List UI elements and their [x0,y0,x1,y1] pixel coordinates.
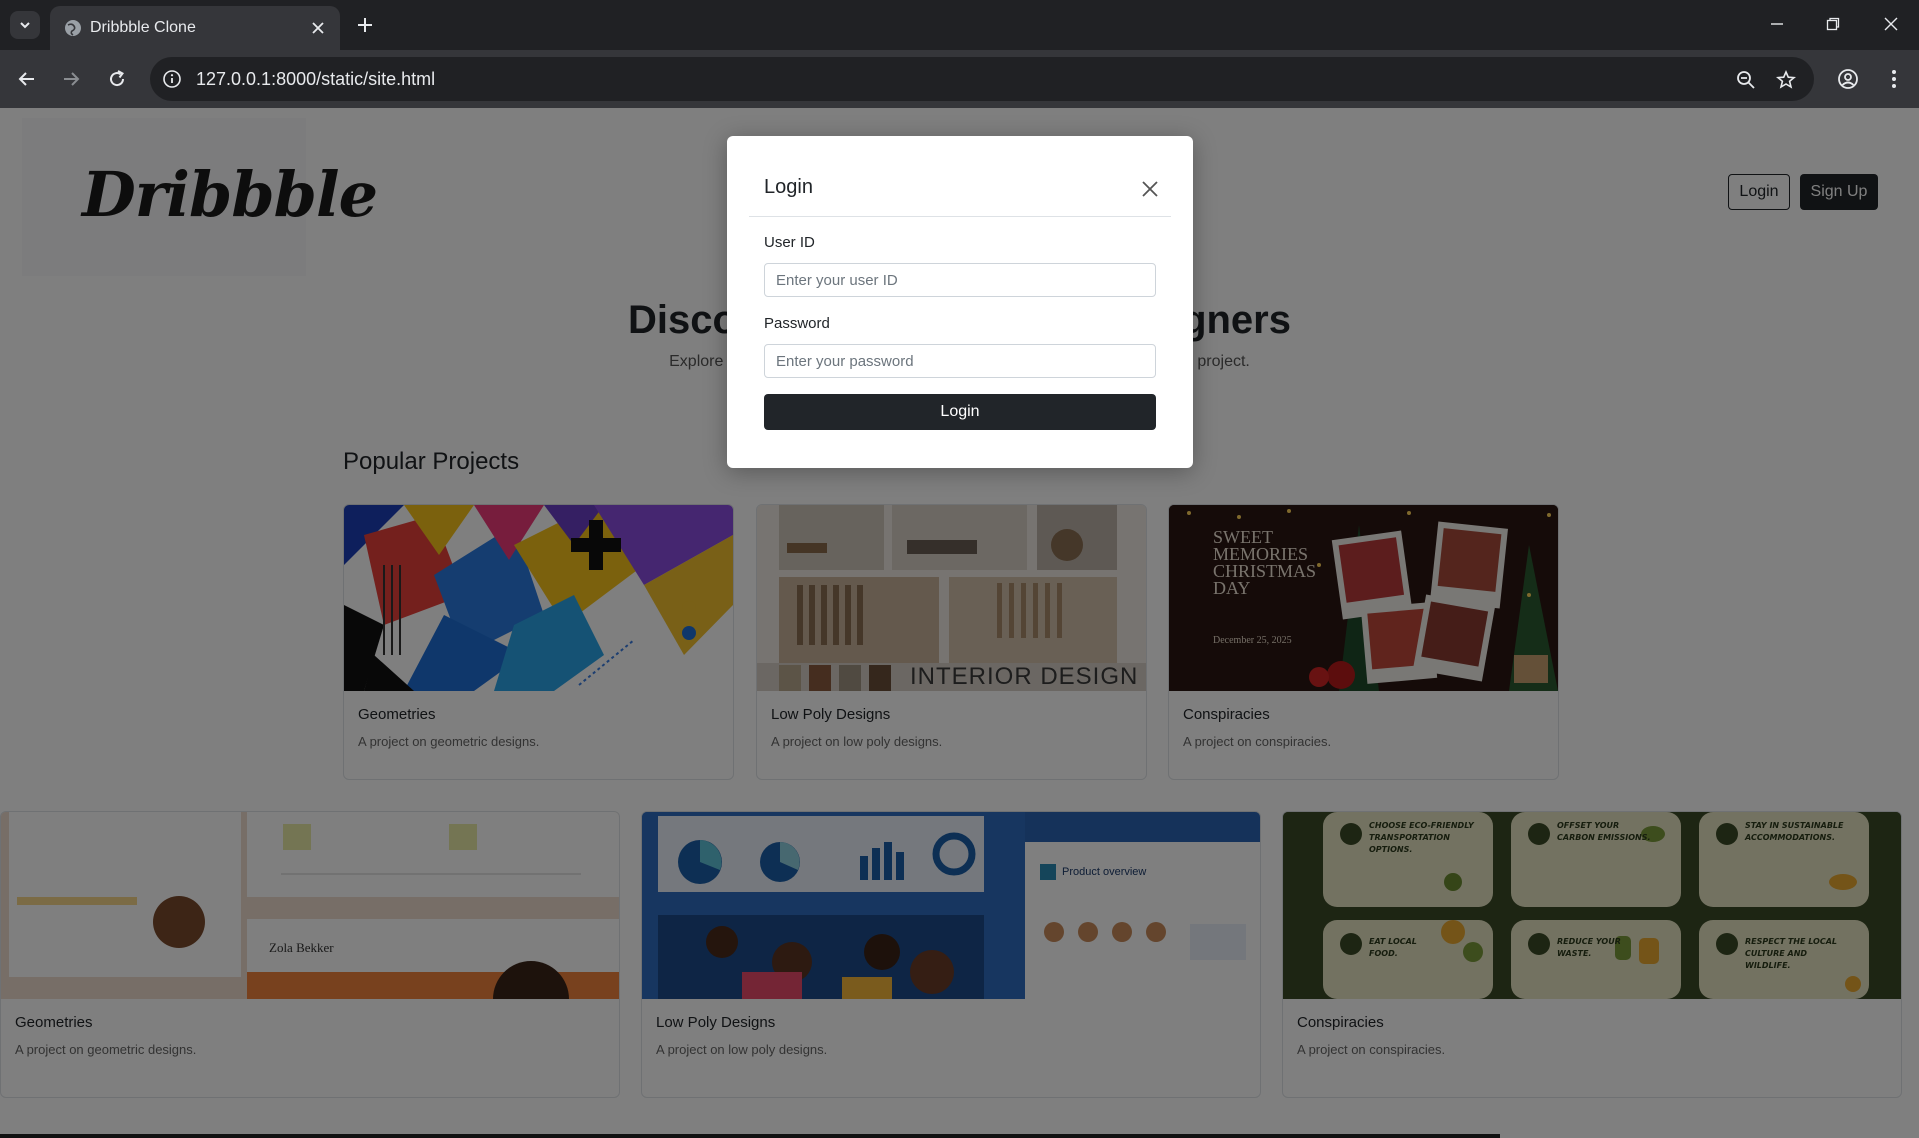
modal-close-button[interactable] [1137,176,1163,202]
bookmark-star-icon[interactable] [1774,68,1798,92]
arrow-right-icon [64,72,80,86]
profile-icon [1838,69,1858,89]
reload-button[interactable] [102,64,132,94]
reload-icon [110,70,125,87]
globe-icon [65,20,81,36]
plus-icon [358,18,372,32]
restore-button[interactable] [1810,8,1856,40]
url-text: 127.0.0.1:8000/static/site.html [196,69,436,89]
chevron-down-icon [20,22,30,29]
minimize-icon [1771,23,1783,25]
kebab-menu-icon [1892,70,1896,88]
browser-tab[interactable]: Dribbble Clone [50,6,340,50]
restore-icon [1826,17,1840,31]
tab-title: Dribbble Clone [90,19,196,36]
info-icon[interactable] [162,69,182,89]
password-label: Password [764,315,830,332]
password-input[interactable] [764,344,1156,378]
arrow-left-icon [18,72,34,86]
minimize-button[interactable] [1754,8,1800,40]
browser-toolbar: 127.0.0.1:8000/static/site.html [0,50,1919,108]
modal-divider [749,216,1171,217]
back-button[interactable] [12,64,42,94]
tab-search-button[interactable] [10,11,40,39]
modal-title: Login [764,176,813,198]
login-submit-button[interactable]: Login [764,394,1156,430]
address-bar[interactable]: 127.0.0.1:8000/static/site.html [150,57,1814,101]
zoom-icon[interactable] [1734,68,1758,92]
new-tab-button[interactable] [352,12,378,38]
close-window-button[interactable] [1868,8,1914,40]
forward-button[interactable] [56,64,86,94]
login-modal: Login User ID Password Login [727,136,1193,468]
tab-close-icon[interactable] [308,18,328,38]
menu-button[interactable] [1879,64,1909,94]
userid-input[interactable] [764,263,1156,297]
browser-tab-bar: Dribbble Clone [0,0,1919,50]
page-bottom-bar [0,1134,1500,1138]
profile-button[interactable] [1833,64,1863,94]
close-icon [1142,181,1158,197]
close-icon [1884,17,1898,31]
userid-label: User ID [764,234,815,251]
